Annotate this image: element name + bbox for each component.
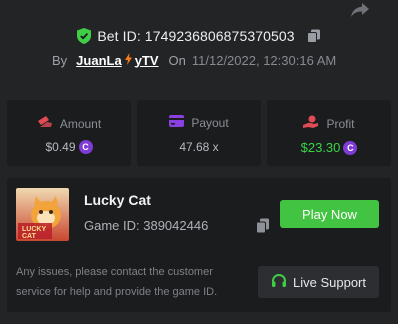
username-part2: yTV bbox=[134, 52, 159, 68]
shield-check-icon bbox=[77, 28, 92, 44]
payout-value: 47.68 x bbox=[179, 140, 219, 154]
payout-stat: Payout 47.68 x bbox=[137, 100, 261, 166]
game-thumbnail[interactable]: LUCKY CAT bbox=[16, 188, 69, 241]
by-label: By bbox=[52, 52, 68, 68]
bet-meta: By JuanLa yTV On 11/12/2022, 12:30:16 AM bbox=[52, 52, 372, 68]
stats-panel: Amount $0.49 C Payout 47.68 x Profit $23… bbox=[7, 100, 391, 166]
payout-label: Payout bbox=[191, 115, 229, 130]
payout-icon bbox=[169, 115, 185, 130]
headset-icon bbox=[271, 273, 287, 292]
lightning-icon bbox=[124, 52, 132, 68]
live-support-label: Live Support bbox=[293, 274, 366, 290]
game-card: LUCKY CAT Lucky Cat Game ID: 389042446 P… bbox=[7, 178, 391, 312]
amount-value: $0.49 bbox=[45, 140, 76, 154]
profit-value: $23.30 bbox=[300, 140, 341, 155]
profit-label: Profit bbox=[326, 116, 355, 131]
copy-icon[interactable] bbox=[306, 29, 321, 43]
thumbnail-title-1: LUCKY bbox=[22, 226, 46, 233]
amount-icon bbox=[37, 115, 53, 132]
support-note: Any issues, please contact the customer … bbox=[16, 266, 218, 298]
share-icon[interactable] bbox=[348, 0, 372, 20]
amount-stat: Amount $0.49 C bbox=[7, 100, 131, 166]
game-id: Game ID: 389042446 bbox=[84, 218, 209, 233]
bet-date: 11/12/2022, 12:30:16 AM bbox=[191, 52, 337, 68]
amount-label: Amount bbox=[59, 116, 102, 131]
profit-stat: Profit $23.30 C bbox=[267, 100, 391, 166]
thumbnail-title-2: CAT bbox=[22, 233, 37, 240]
game-name: Lucky Cat bbox=[84, 192, 151, 208]
on-label: On bbox=[168, 52, 186, 68]
coin-icon: C bbox=[78, 140, 93, 154]
bet-id-row: Bet ID: 1749236806875370503 bbox=[0, 26, 398, 46]
coin-icon: C bbox=[343, 140, 358, 155]
bet-id: Bet ID: 1749236806875370503 bbox=[97, 28, 295, 44]
username-part1: JuanLa bbox=[76, 52, 122, 68]
copy-icon[interactable] bbox=[256, 218, 270, 234]
live-support-button[interactable]: Live Support bbox=[258, 266, 379, 298]
username-link[interactable]: JuanLa yTV bbox=[76, 52, 159, 68]
profit-icon bbox=[303, 115, 319, 132]
play-now-button[interactable]: Play Now bbox=[280, 200, 379, 228]
